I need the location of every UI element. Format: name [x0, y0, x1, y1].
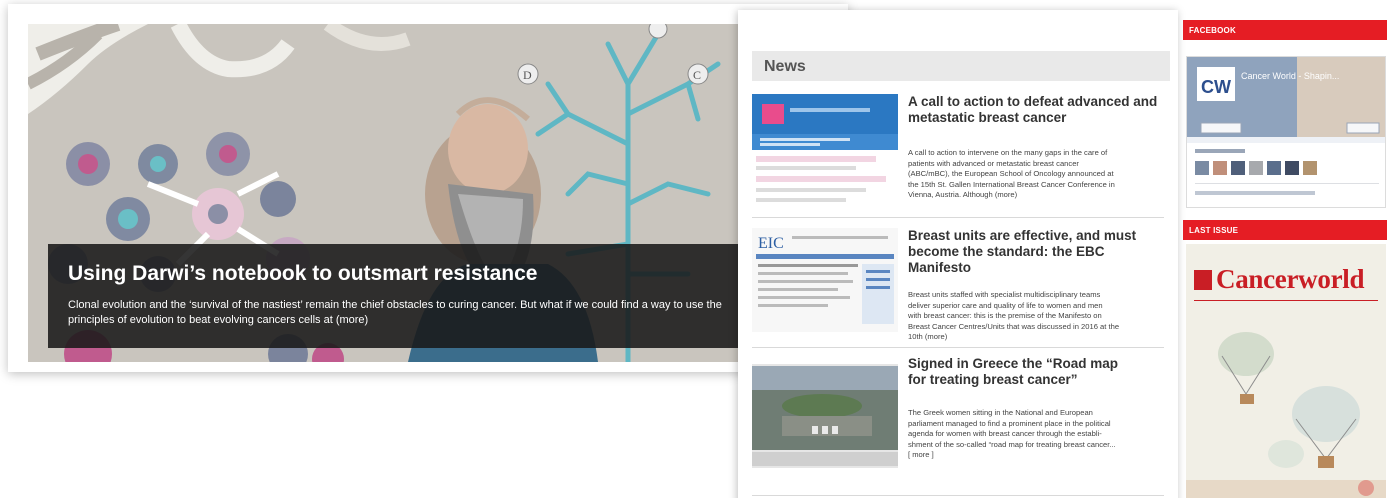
excerpt-line: shment of the so-called “road map for tr…	[908, 439, 1116, 449]
aerial-city-thumbnail	[752, 356, 898, 468]
featured-article-caption[interactable]: Using Darwi’s notebook to outsmart resis…	[48, 244, 778, 348]
excerpt-line: Breast Cancer Centres/Units that was dis…	[908, 321, 1120, 331]
featured-article-excerpt: Clonal evolution and the ‘survival of th…	[68, 298, 758, 328]
excerpt-line: Breast units staffed with specialist mul…	[908, 290, 1101, 299]
news-item-title[interactable]: A call to action to defeat advanced and …	[908, 94, 1168, 126]
svg-text:C: C	[693, 68, 701, 82]
read-more-link[interactable]: [ more ]	[908, 450, 1168, 461]
news-panel: News A call to action to defeat advanced	[738, 10, 1178, 498]
excerpt-line: patients with advanced or metastatic bre…	[908, 158, 1079, 168]
excerpt-line: A call to action to intervene on the man…	[908, 148, 1108, 157]
excerpt-line: parliament managed to find a prominent p…	[908, 418, 1111, 428]
title-line[interactable]: A call to action to defeat advanced and	[908, 94, 1168, 110]
excerpt-line: deliver superior care and quality of lif…	[908, 300, 1103, 310]
featured-article-card[interactable]: D C Using Darwi’s notebook to outsmart r…	[8, 4, 848, 372]
news-item-body: Signed in Greece the “Road map for treat…	[908, 356, 1168, 461]
title-line[interactable]: Breast units are effective, and must	[908, 228, 1168, 244]
title-line[interactable]: Signed in Greece the “Road map	[908, 356, 1168, 372]
title-line[interactable]: become the standard: the EBC Manifesto	[908, 244, 1168, 276]
last-issue-section-label: LAST ISSUE	[1183, 220, 1387, 240]
featured-article-title[interactable]: Using Darwi’s notebook to outsmart resis…	[68, 262, 758, 286]
facebook-widget[interactable]: CW Cancer World - Shapin...	[1186, 56, 1386, 208]
ebc-webpage-thumbnail: EIC	[752, 228, 898, 332]
excerpt-line: the 15th St. Gallen International Breast…	[908, 179, 1115, 189]
title-line[interactable]: for treating breast cancer”	[908, 372, 1168, 388]
news-item-body: A call to action to defeat advanced and …	[908, 94, 1168, 201]
news-item-excerpt: Breast units staffed with specialist mul…	[908, 290, 1168, 343]
last-issue-cover[interactable]: Cancerworld	[1186, 244, 1386, 498]
facebook-section-label: FACEBOOK	[1183, 20, 1387, 40]
news-item-excerpt: The Greek women sitting in the National …	[908, 408, 1168, 461]
excerpt-line: Clonal evolution and the ‘survival of th…	[68, 299, 722, 311]
news-item-title[interactable]: Breast units are effective, and must bec…	[908, 228, 1168, 276]
svg-text:D: D	[523, 68, 532, 82]
news-thumbnail[interactable]	[752, 356, 898, 468]
title-line[interactable]: metastatic breast cancer	[908, 110, 1168, 126]
news-item[interactable]: EIC Breast units are effective, and must…	[752, 228, 1164, 348]
svg-text:CW: CW	[1201, 77, 1231, 97]
news-item-excerpt: A call to action to intervene on the man…	[908, 148, 1168, 201]
news-item-body: Breast units are effective, and must bec…	[908, 228, 1168, 343]
excerpt-line: The Greek women sitting in the National …	[908, 408, 1093, 417]
excerpt-line: (ABC/mBC), the European School of Oncolo…	[908, 169, 1114, 178]
news-item[interactable]: Signed in Greece the “Road map for treat…	[752, 356, 1164, 496]
excerpt-line: principles of evolution to beat evolving…	[68, 314, 369, 326]
excerpt-line: Vienna, Austria. Although (more)	[908, 190, 1018, 199]
balloon-illustration	[1186, 300, 1386, 498]
excerpt-line: 10th (more)	[908, 332, 948, 341]
svg-text:EIC: EIC	[758, 235, 784, 252]
excerpt-line: agenda for women with breast cancer thro…	[908, 429, 1102, 438]
news-item-title[interactable]: Signed in Greece the “Road map for treat…	[908, 356, 1168, 388]
conference-webpage-thumbnail	[752, 94, 898, 214]
news-thumbnail[interactable]: EIC	[752, 228, 898, 332]
news-section-header: News	[752, 51, 1170, 81]
news-item[interactable]: A call to action to defeat advanced and …	[752, 94, 1164, 218]
facebook-page-preview: CW Cancer World - Shapin...	[1187, 57, 1385, 207]
excerpt-line: with breast cancer: this is the premise …	[908, 311, 1102, 320]
news-thumbnail[interactable]	[752, 94, 898, 214]
svg-text:Cancer World - Shapin...: Cancer World - Shapin...	[1241, 71, 1339, 81]
